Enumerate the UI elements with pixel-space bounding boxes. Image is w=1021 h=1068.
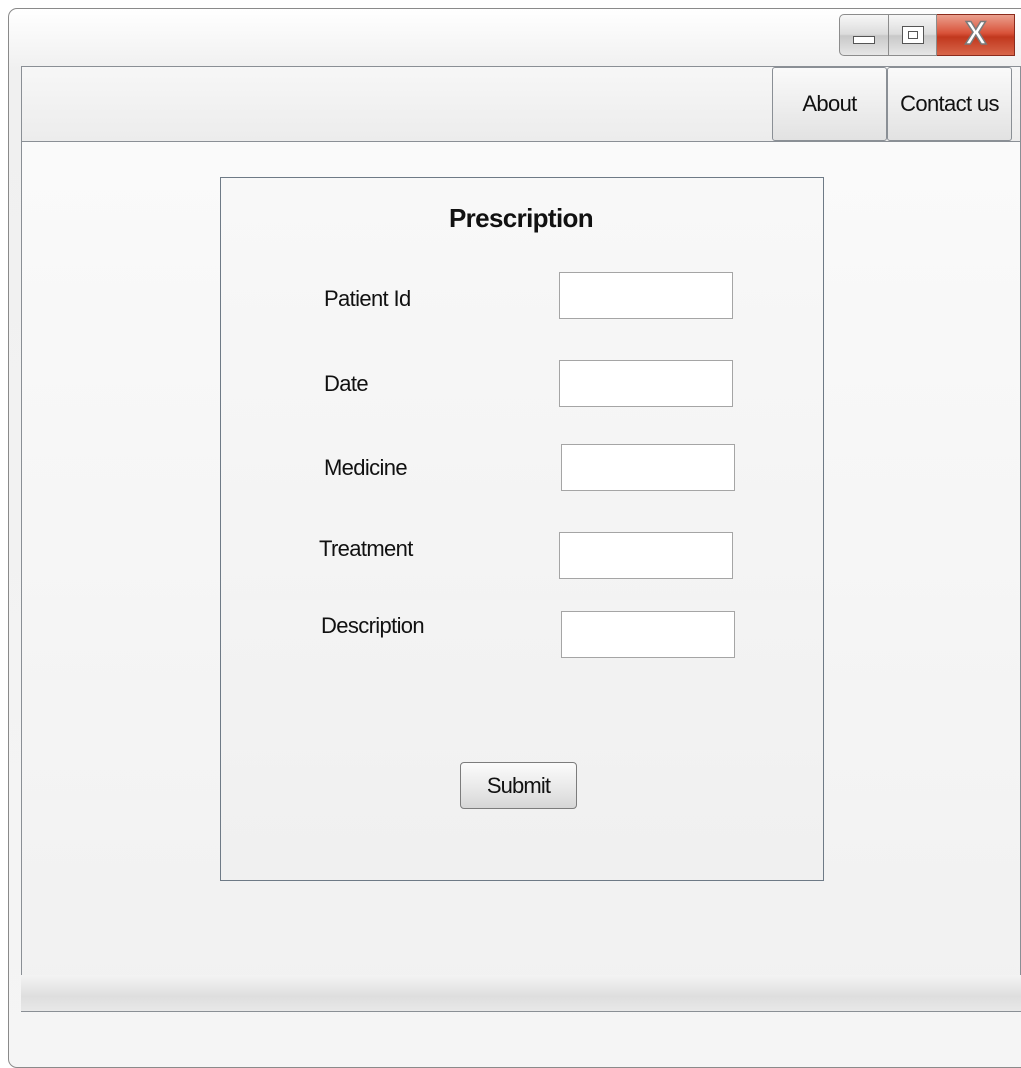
window-controls: X — [839, 14, 1015, 56]
maximize-icon — [901, 26, 924, 44]
footer-bar — [21, 975, 1021, 1012]
date-input[interactable] — [559, 360, 733, 407]
nav-contact-us-button[interactable]: Contact us — [887, 67, 1012, 141]
form-title: Prescription — [448, 203, 594, 233]
minimize-icon — [853, 36, 875, 44]
maximize-button[interactable] — [889, 14, 937, 56]
close-icon: X — [964, 15, 987, 51]
nav-about-button[interactable]: About — [772, 67, 887, 141]
medicine-label: Medicine — [324, 455, 408, 480]
close-button[interactable]: X — [937, 14, 1015, 56]
description-input[interactable] — [561, 611, 735, 658]
date-label: Date — [324, 371, 369, 396]
submit-button[interactable]: Submit — [460, 762, 577, 809]
description-label: Description — [321, 613, 425, 638]
medicine-input[interactable] — [561, 444, 735, 491]
treatment-input[interactable] — [559, 532, 733, 579]
treatment-label: Treatment — [319, 536, 413, 561]
minimize-button[interactable] — [839, 14, 889, 56]
patient-id-label: Patient Id — [324, 286, 411, 311]
patient-id-input[interactable] — [559, 272, 733, 319]
